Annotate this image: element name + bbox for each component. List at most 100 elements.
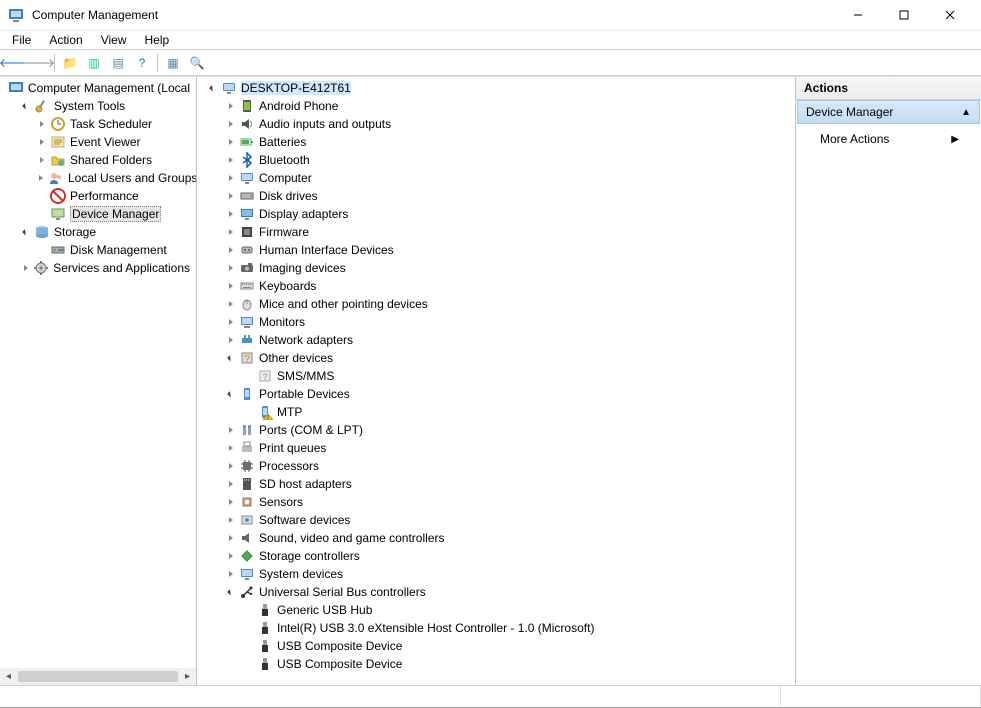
- caret-down-icon[interactable]: [225, 388, 237, 400]
- device-node-ports-com-lpt-[interactable]: Ports (COM & LPT): [201, 421, 795, 439]
- tree-node-storage[interactable]: Storage: [0, 223, 196, 241]
- device-node-android-phone[interactable]: Android Phone: [201, 97, 795, 115]
- properties-icon[interactable]: ▤: [107, 52, 129, 74]
- caret-right-icon[interactable]: [225, 478, 237, 490]
- caret-right-icon[interactable]: [225, 514, 237, 526]
- device-node-computer[interactable]: Computer: [201, 169, 795, 187]
- device-node-universal-serial-bus-controllers[interactable]: Universal Serial Bus controllers: [201, 583, 795, 601]
- caret-right-icon[interactable]: [36, 154, 48, 166]
- caret-down-icon[interactable]: [20, 226, 32, 238]
- device-node-batteries[interactable]: Batteries: [201, 133, 795, 151]
- device-node-display-adapters[interactable]: Display adapters: [201, 205, 795, 223]
- caret-right-icon[interactable]: [225, 190, 237, 202]
- menu-view[interactable]: View: [93, 31, 135, 49]
- caret-right-icon[interactable]: [225, 172, 237, 184]
- device-node-print-queues[interactable]: Print queues: [201, 439, 795, 457]
- caret-right-icon[interactable]: [225, 136, 237, 148]
- device-node-mice-and-other-pointing-devices[interactable]: Mice and other pointing devices: [201, 295, 795, 313]
- menu-action[interactable]: Action: [41, 31, 90, 49]
- caret-right-icon[interactable]: [225, 334, 237, 346]
- actions-more-actions[interactable]: More Actions ▶: [800, 130, 977, 148]
- caret-down-icon[interactable]: [225, 586, 237, 598]
- device-node-generic-usb-hub[interactable]: Generic USB Hub: [201, 601, 795, 619]
- caret-down-icon[interactable]: [225, 352, 237, 364]
- tree-node-event-viewer[interactable]: Event Viewer: [0, 133, 196, 151]
- maximize-button[interactable]: [881, 0, 927, 30]
- device-node-firmware[interactable]: Firmware: [201, 223, 795, 241]
- device-node-human-interface-devices[interactable]: Human Interface Devices: [201, 241, 795, 259]
- device-node-sms-mms[interactable]: ?SMS/MMS: [201, 367, 795, 385]
- scroll-left-arrow[interactable]: ◂: [0, 668, 17, 685]
- device-node-bluetooth[interactable]: Bluetooth: [201, 151, 795, 169]
- caret-right-icon[interactable]: [225, 100, 237, 112]
- tree-node-task-scheduler[interactable]: Task Scheduler: [0, 115, 196, 133]
- caret-right-icon[interactable]: [225, 298, 237, 310]
- caret-right-icon[interactable]: [36, 172, 46, 184]
- device-node-sound-video-and-game-controllers[interactable]: Sound, video and game controllers: [201, 529, 795, 547]
- device-node-audio-inputs-and-outputs[interactable]: Audio inputs and outputs: [201, 115, 795, 133]
- forward-icon[interactable]: 🡒: [28, 52, 50, 74]
- caret-right-icon[interactable]: [225, 424, 237, 436]
- tree-node-system-tools[interactable]: System Tools: [0, 97, 196, 115]
- caret-right-icon[interactable]: [225, 496, 237, 508]
- actions-group-header[interactable]: Device Manager ▲: [797, 100, 980, 124]
- device-tree-pane[interactable]: DESKTOP-E412T61Android PhoneAudio inputs…: [197, 77, 796, 685]
- caret-right-icon[interactable]: [36, 136, 48, 148]
- device-node-sensors[interactable]: Sensors: [201, 493, 795, 511]
- device-node-imaging-devices[interactable]: Imaging devices: [201, 259, 795, 277]
- caret-right-icon[interactable]: [225, 226, 237, 238]
- menu-help[interactable]: Help: [137, 31, 178, 49]
- console-tree-pane[interactable]: Computer Management (LocalSystem ToolsTa…: [0, 77, 197, 685]
- tree-node-disk-management[interactable]: Disk Management: [0, 241, 196, 259]
- device-node-system-devices[interactable]: System devices: [201, 565, 795, 583]
- caret-right-icon[interactable]: [225, 280, 237, 292]
- caret-right-icon[interactable]: [225, 568, 237, 580]
- help-icon[interactable]: ?: [131, 52, 153, 74]
- tree-node-device-manager[interactable]: Device Manager: [0, 205, 196, 223]
- close-button[interactable]: [927, 0, 973, 30]
- caret-right-icon[interactable]: [36, 118, 48, 130]
- scroll-right-arrow[interactable]: ▸: [179, 668, 196, 685]
- device-tree[interactable]: DESKTOP-E412T61Android PhoneAudio inputs…: [197, 79, 795, 673]
- tree-node-performance[interactable]: Performance: [0, 187, 196, 205]
- device-node-sd-host-adapters[interactable]: SD host adapters: [201, 475, 795, 493]
- horizontal-scrollbar[interactable]: ◂ ▸: [0, 668, 196, 685]
- tree-node-local-users-and-groups[interactable]: Local Users and Groups: [0, 169, 196, 187]
- device-node-portable-devices[interactable]: Portable Devices: [201, 385, 795, 403]
- device-node-software-devices[interactable]: Software devices: [201, 511, 795, 529]
- tree-node-computer-management-local[interactable]: Computer Management (Local: [0, 79, 196, 97]
- up-folder-icon[interactable]: 📁: [59, 52, 81, 74]
- caret-right-icon[interactable]: [225, 154, 237, 166]
- device-node-processors[interactable]: Processors: [201, 457, 795, 475]
- caret-right-icon[interactable]: [225, 316, 237, 328]
- caret-right-icon[interactable]: [225, 208, 237, 220]
- caret-down-icon[interactable]: [20, 100, 32, 112]
- device-node-network-adapters[interactable]: Network adapters: [201, 331, 795, 349]
- device-node-usb-composite-device[interactable]: USB Composite Device: [201, 637, 795, 655]
- console-tree[interactable]: Computer Management (LocalSystem ToolsTa…: [0, 79, 196, 277]
- caret-right-icon[interactable]: [225, 442, 237, 454]
- device-node-intel-r-usb-3-0-extensible-host-controll[interactable]: Intel(R) USB 3.0 eXtensible Host Control…: [201, 619, 795, 637]
- show-hide-tree-icon[interactable]: ▥: [83, 52, 105, 74]
- menu-file[interactable]: File: [4, 31, 39, 49]
- caret-right-icon[interactable]: [20, 262, 31, 274]
- tree-node-services-and-applications[interactable]: Services and Applications: [0, 259, 196, 277]
- device-node-desktop-e412t61[interactable]: DESKTOP-E412T61: [201, 79, 795, 97]
- device-node-storage-controllers[interactable]: Storage controllers: [201, 547, 795, 565]
- refresh-icon[interactable]: ▦: [162, 52, 184, 74]
- caret-right-icon[interactable]: [225, 262, 237, 274]
- device-node-disk-drives[interactable]: Disk drives: [201, 187, 795, 205]
- caret-right-icon[interactable]: [225, 532, 237, 544]
- minimize-button[interactable]: [835, 0, 881, 30]
- caret-down-icon[interactable]: [207, 82, 219, 94]
- device-node-monitors[interactable]: Monitors: [201, 313, 795, 331]
- caret-right-icon[interactable]: [225, 460, 237, 472]
- collapse-icon[interactable]: ▲: [961, 107, 971, 118]
- caret-right-icon[interactable]: [225, 244, 237, 256]
- scroll-thumb[interactable]: [18, 671, 178, 682]
- device-node-usb-composite-device[interactable]: USB Composite Device: [201, 655, 795, 673]
- scan-hardware-icon[interactable]: 🔍: [186, 52, 208, 74]
- device-node-other-devices[interactable]: ?Other devices: [201, 349, 795, 367]
- tree-node-shared-folders[interactable]: Shared Folders: [0, 151, 196, 169]
- caret-right-icon[interactable]: [225, 118, 237, 130]
